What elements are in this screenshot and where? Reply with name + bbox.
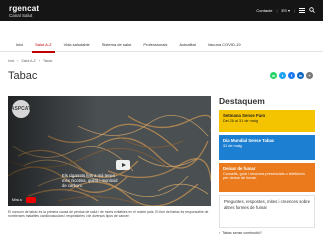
- nav-item-vacuna-covid[interactable]: Vacuna COVID-19: [202, 38, 247, 52]
- nav-item-inici[interactable]: Inici: [10, 38, 29, 52]
- menu-button[interactable]: [299, 7, 305, 13]
- brand-logo[interactable]: rgencat: [9, 4, 39, 13]
- highlight-card[interactable]: Dia Mundial Sense Tabac 31 de maig: [219, 135, 315, 160]
- youtube-icon[interactable]: [25, 197, 36, 203]
- nav-item-professionals[interactable]: Professionals: [137, 38, 173, 52]
- channel-logo: ASPCAT: [11, 100, 31, 118]
- top-nav: Contacte | ES ▾ |: [256, 7, 315, 13]
- nav-item-sistema-de-salut[interactable]: Sistema de salut: [96, 38, 138, 52]
- intro-text: El consum de tabac és la primera causa d…: [8, 210, 209, 219]
- nav-item-vida-saludable[interactable]: Vida saludable: [58, 38, 96, 52]
- facebook-icon[interactable]: f: [288, 72, 295, 79]
- video-caption: Els cigarrets fets a mà tenen més nicoti…: [62, 173, 118, 188]
- highlight-card[interactable]: Setmana Sense Fum Del 26 al 31 de maig: [219, 110, 315, 132]
- hamburger-icon: [299, 7, 305, 13]
- faq-link-label: Tabac sense combustió?: [222, 231, 262, 235]
- chevron-right-icon: ›: [38, 59, 40, 63]
- share-buttons: w t f in +: [270, 72, 313, 79]
- breadcrumb-item[interactable]: Inici: [8, 59, 14, 63]
- nav-item-actualitat[interactable]: Actualitat: [173, 38, 201, 52]
- video-player[interactable]: ASPCAT Els cigarrets fets a mà tenen més…: [8, 96, 211, 206]
- play-button[interactable]: [116, 160, 130, 170]
- chevron-right-icon: ›: [17, 59, 19, 63]
- sidebar-title: Destaquem: [219, 96, 265, 106]
- contact-link[interactable]: Contacte: [256, 8, 272, 13]
- language-selector[interactable]: ES ▾: [281, 8, 289, 13]
- highlight-card[interactable]: Deixar de fumar Consells, guia i recurso…: [219, 163, 315, 192]
- watch-on-label: Mira a: [12, 198, 22, 202]
- nav-item-salut-a-z[interactable]: Salut A-Z: [29, 38, 57, 53]
- twitter-icon[interactable]: t: [279, 72, 286, 79]
- separator: |: [276, 7, 278, 13]
- linkedin-icon[interactable]: in: [297, 72, 304, 79]
- site-subtitle[interactable]: Canal Salut: [9, 13, 32, 18]
- card-subtitle: Consells, guia i recursos presencials o …: [223, 171, 305, 181]
- faq-link[interactable]: › Tabac sense combustió?: [219, 231, 262, 235]
- whatsapp-icon[interactable]: w: [270, 72, 277, 79]
- card-subtitle: 31 de maig: [223, 143, 242, 148]
- search-button[interactable]: [309, 7, 315, 13]
- card-subtitle: Del 26 al 31 de maig: [223, 118, 258, 123]
- chevron-right-icon: ›: [219, 231, 221, 235]
- top-bar: rgencat Canal Salut Contacte | ES ▾ |: [0, 0, 323, 21]
- search-icon: [309, 7, 315, 13]
- page-title: Tabac: [8, 70, 38, 82]
- faq-box[interactable]: Preguntes, respostes, mites i creences s…: [219, 195, 315, 228]
- language-label: ES: [281, 7, 287, 13]
- main-nav: Inici Salut A-Z Vida saludable Sistema d…: [0, 38, 323, 53]
- video-footer: Mira a: [12, 197, 207, 203]
- share-icon[interactable]: +: [306, 72, 313, 79]
- breadcrumb-item[interactable]: Salut A-Z: [21, 59, 35, 63]
- separator: |: [293, 7, 295, 13]
- breadcrumb: Inici › Salut A-Z › Tabac: [8, 59, 52, 63]
- breadcrumb-current: Tabac: [42, 59, 53, 63]
